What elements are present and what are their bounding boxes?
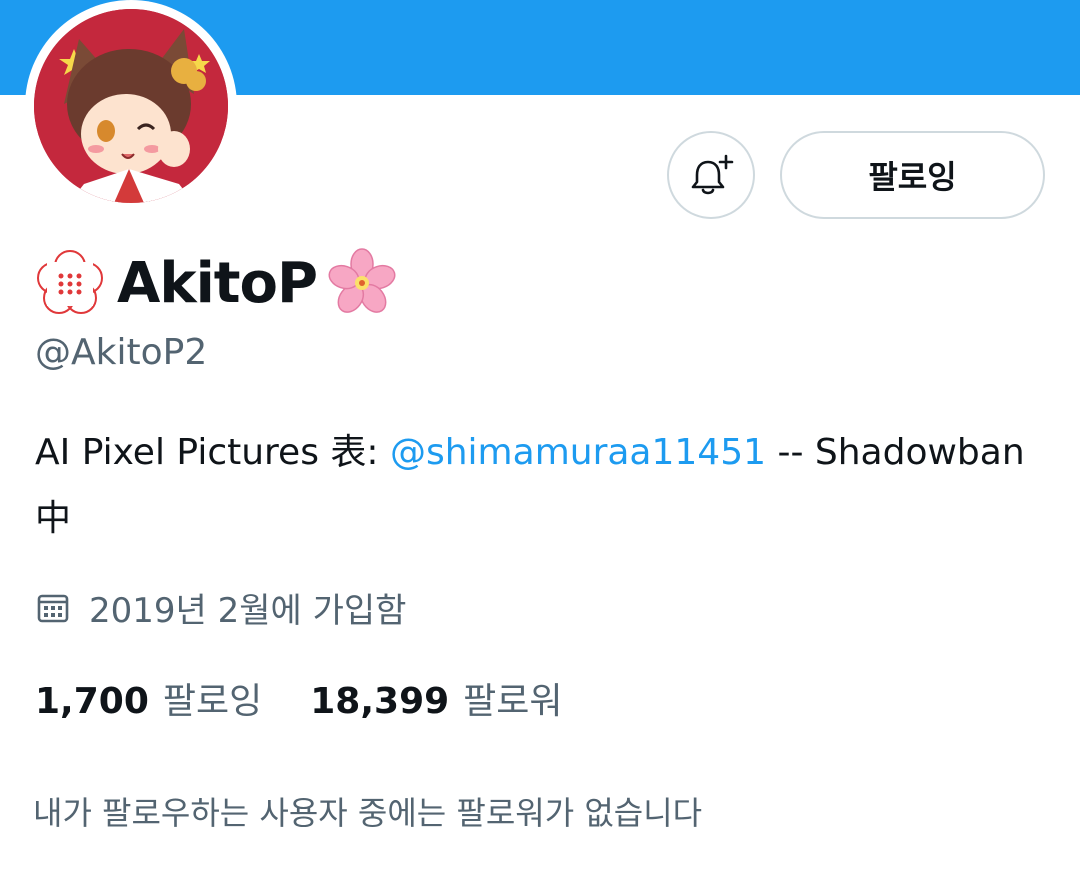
followers-count: 18,399	[310, 681, 450, 722]
follow-stats: 1,700 팔로잉 18,399 팔로워	[35, 670, 563, 726]
avatar[interactable]	[25, 0, 237, 212]
cherry-blossom-icon	[325, 246, 399, 320]
join-date: 2019년 2월에 가입함	[35, 582, 406, 632]
join-date-text: 2019년 2월에 가입함	[89, 590, 407, 631]
followers-you-know[interactable]: 내가 팔로우하는 사용자 중에는 팔로워가 없습니다	[33, 788, 702, 834]
profile-bio: AI Pixel Pictures 表: @shimamuraa11451 --…	[35, 420, 1045, 552]
profile-handle: @AkitoP2	[35, 332, 208, 373]
following-button-label: 팔로잉	[868, 158, 957, 196]
display-name-row: AkitoP	[33, 248, 399, 318]
bio-text: AI Pixel Pictures 表:	[35, 432, 390, 473]
calendar-icon	[35, 589, 71, 625]
display-name: AkitoP	[117, 250, 318, 316]
bell-plus-icon	[688, 152, 734, 198]
following-button[interactable]: 팔로잉	[780, 131, 1045, 219]
following-count: 1,700	[35, 681, 149, 722]
followers-label: 팔로워	[463, 681, 563, 722]
bio-mention-link[interactable]: @shimamuraa11451	[390, 432, 766, 473]
crest-icon	[33, 246, 107, 320]
notification-button[interactable]	[667, 131, 755, 219]
following-link[interactable]: 1,700 팔로잉	[35, 672, 262, 724]
following-label: 팔로잉	[162, 681, 263, 722]
followers-link[interactable]: 18,399 팔로워	[310, 672, 562, 724]
avatar-image	[34, 9, 228, 203]
